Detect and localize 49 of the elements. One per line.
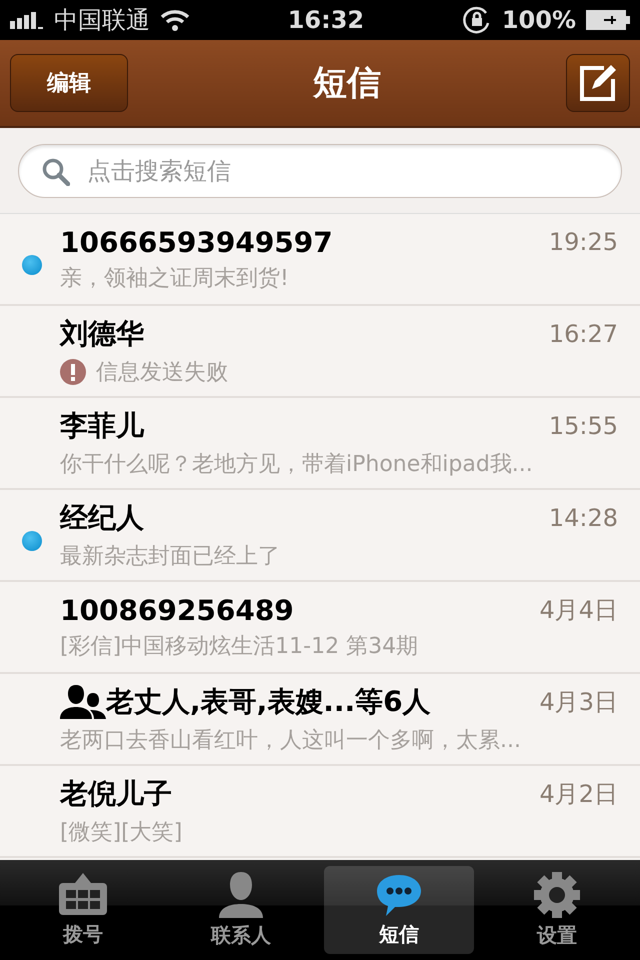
message-row[interactable]: 李菲儿 15:55 你干什么呢？老地方见，带着iPhone和ipad我... bbox=[0, 398, 640, 490]
message-time: 16:27 bbox=[548, 320, 618, 348]
rotation-lock-icon bbox=[462, 5, 492, 35]
battery-icon bbox=[586, 10, 630, 30]
speech-bubble-icon bbox=[375, 872, 423, 916]
message-preview: 信息发送失败 bbox=[96, 359, 228, 387]
sender-name: 老倪儿子 bbox=[60, 776, 172, 812]
sender-name: 李菲儿 bbox=[60, 408, 144, 444]
message-time: 4月4日 bbox=[539, 595, 618, 626]
tab[interactable]: 联系人 bbox=[166, 866, 316, 954]
screen-title: 短信 bbox=[313, 62, 381, 105]
message-row[interactable]: 老丈人,表哥,表嫂...等6人 4月3日 老两口去香山看红叶，人这叫一个多啊，太累... bbox=[0, 674, 640, 766]
message-preview: [彩信]中国移动炫生活11-12 第34期 bbox=[60, 632, 418, 660]
message-time: 14:28 bbox=[548, 504, 618, 532]
message-row[interactable]: 经纪人 14:28 最新杂志封面已经上了 bbox=[0, 490, 640, 582]
search-icon bbox=[42, 158, 70, 186]
sender-name: 刘德华 bbox=[60, 316, 144, 352]
battery-percentage: 100% bbox=[502, 6, 576, 34]
message-row[interactable]: 刘德华 16:27 信息发送失败 bbox=[0, 306, 640, 398]
message-time: 4月3日 bbox=[539, 687, 618, 718]
message-preview: 亲，领袖之证周末到货! bbox=[60, 264, 289, 292]
person-icon bbox=[217, 872, 265, 918]
compose-icon bbox=[578, 63, 618, 103]
tab[interactable]: 拨号 bbox=[8, 866, 158, 954]
dialpad-icon bbox=[57, 872, 109, 916]
compose-button[interactable] bbox=[566, 54, 630, 112]
message-time: 15:55 bbox=[548, 412, 618, 440]
message-preview: 最新杂志封面已经上了 bbox=[60, 543, 280, 571]
message-preview: 老两口去香山看红叶，人这叫一个多啊，太累... bbox=[60, 727, 521, 755]
sender-name: 100869256489 bbox=[60, 594, 294, 626]
search-field[interactable]: 点击搜索短信 bbox=[18, 144, 622, 198]
tab[interactable]: 短信 bbox=[324, 866, 474, 954]
message-preview: [微笑][大笑] bbox=[60, 819, 182, 847]
message-row[interactable]: 10666593949597 19:25 亲，领袖之证周末到货! bbox=[0, 214, 640, 306]
sender-name: 10666593949597 bbox=[60, 226, 333, 258]
wifi-icon bbox=[160, 9, 190, 31]
edit-button[interactable]: 编辑 bbox=[10, 54, 128, 112]
status-time: 16:32 bbox=[288, 6, 364, 34]
settings-icon bbox=[534, 872, 580, 918]
tab[interactable]: 设置 bbox=[482, 866, 632, 954]
sender-name: 老丈人,表哥,表嫂...等6人 bbox=[106, 684, 431, 720]
message-row[interactable]: 100869256489 4月4日 [彩信]中国移动炫生活11-12 第34期 bbox=[0, 582, 640, 674]
signal-icon bbox=[10, 11, 44, 29]
sender-name: 经纪人 bbox=[60, 500, 144, 536]
message-time: 19:25 bbox=[548, 228, 618, 256]
message-time: 4月2日 bbox=[539, 779, 618, 810]
message-row[interactable]: 老倪儿子 4月2日 [微笑][大笑] bbox=[0, 766, 640, 858]
message-preview: 你干什么呢？老地方见，带着iPhone和ipad我... bbox=[60, 451, 533, 479]
carrier-name: 中国联通 bbox=[54, 5, 150, 36]
